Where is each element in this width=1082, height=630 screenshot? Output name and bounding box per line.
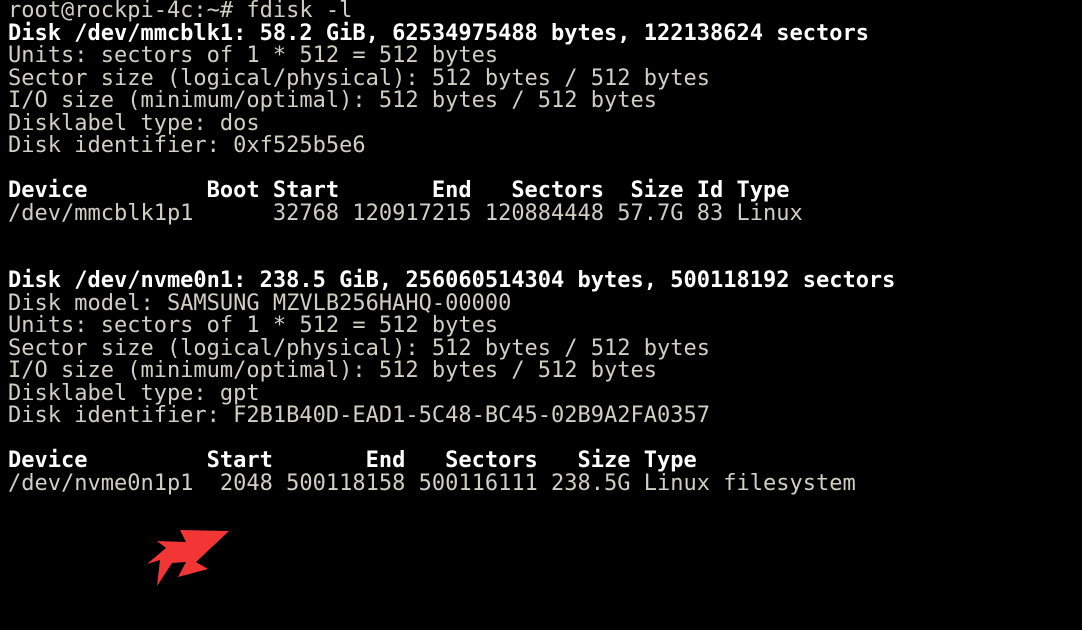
terminal-line-nvme-disk-model: Disk model: SAMSUNG MZVLB256HAHQ-00000	[8, 290, 512, 316]
terminal-line-mmc-disk-summary: Disk /dev/mmcblk1: 58.2 GiB, 62534975488…	[8, 20, 869, 46]
terminal-line-blank-1	[8, 158, 1078, 181]
terminal-output: root@rockpi-4c:~# fdisk -l Disk /dev/mmcb…	[8, 0, 1078, 495]
terminal-line-nvme-disk-summary: Disk /dev/nvme0n1: 238.5 GiB, 2560605143…	[8, 268, 896, 293]
terminal-line-mmc-table-header: Device Boot Start End Sectors Size Id Ty…	[8, 178, 790, 203]
terminal-line-mmc-io-size: I/O size (minimum/optimal): 512 bytes / …	[8, 88, 658, 113]
terminal-line-blank-4	[8, 428, 1078, 451]
terminal-line-nvme-table-header: Device Start End Sectors Size Type	[8, 448, 697, 473]
terminal-line-nvme-disklabel-type: Disklabel type: gpt	[8, 380, 260, 406]
terminal-line-nvme-partition-1: /dev/nvme0n1p1 2048 500118158 500116111 …	[8, 470, 856, 496]
terminal-line-nvme-io-size: I/O size (minimum/optimal): 512 bytes / …	[8, 358, 658, 383]
terminal-line-nvme-disk-identifier: Disk identifier: F2B1B40D-EAD1-5C48-BC45…	[8, 403, 710, 428]
terminal-line-prompt-line: root@rockpi-4c:~# fdisk -l	[8, 0, 353, 23]
red-arrow-annotation-icon	[147, 530, 229, 586]
terminal-line-mmc-sector-size: Sector size (logical/physical): 512 byte…	[8, 65, 710, 91]
terminal-line-mmc-disklabel-type: Disklabel type: dos	[8, 110, 260, 136]
terminal-line-blank-3	[8, 248, 1078, 271]
terminal-line-nvme-units: Units: sectors of 1 * 512 = 512 bytes	[8, 313, 499, 338]
terminal-line-blank-2	[8, 225, 1078, 248]
terminal-window[interactable]: root@rockpi-4c:~# fdisk -l Disk /dev/mmcb…	[0, 0, 1082, 630]
terminal-line-mmc-partition-1: /dev/mmcblk1p1 32768 120917215 120884448…	[8, 200, 803, 226]
terminal-line-mmc-units: Units: sectors of 1 * 512 = 512 bytes	[8, 43, 499, 68]
terminal-line-nvme-sector-size: Sector size (logical/physical): 512 byte…	[8, 335, 710, 361]
terminal-line-mmc-disk-identifier: Disk identifier: 0xf525b5e6	[8, 133, 366, 158]
